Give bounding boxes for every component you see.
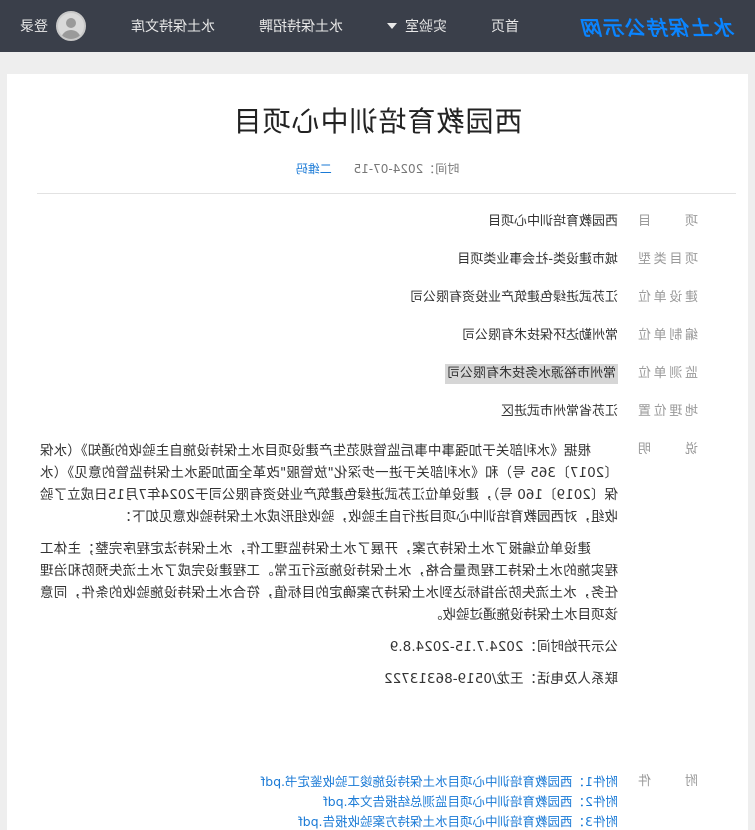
description-paragraph: 根据《水利部关于加强事中事后监管规范生产建设项目水土保持设施自主验收的通知》（水… <box>40 443 618 525</box>
attachments-section: 附 件 附件1：西园教育培训中心项目水土保持设施竣工验收鉴定书.pdf 附件2：… <box>7 772 748 830</box>
attachment-link[interactable]: 附件2：西园教育培训中心项目监测总结报告文本.pdf <box>261 792 618 812</box>
attachment-link[interactable]: 附件1：西园教育培训中心项目水土保持设施竣工验收鉴定书.pdf <box>261 772 618 792</box>
description-paragraph: 建设单位编报了水土保持方案，开展了水土保持监理工作，水土保持法定程序完整；主体工… <box>40 541 618 623</box>
info-label: 监测单位 <box>638 366 698 381</box>
info-value: 常州勤达环保技术有限公司 <box>461 328 618 343</box>
publish-time: 2024-07-15 <box>353 162 424 176</box>
info-row-location: 地理位置 江苏省常州市武进区 <box>7 402 698 422</box>
description-section: 说 明 根据《水利部关于加强事中事后监管规范生产建设项目水土保持设施自主验收的通… <box>7 440 698 700</box>
attachment-list: 附件1：西园教育培训中心项目水土保持设施竣工验收鉴定书.pdf 附件2：西园教育… <box>261 772 618 830</box>
publicity-period: 公示开始时间：2024.7.15-2024.8.9 <box>389 639 618 655</box>
info-row-project: 项 目 西园教育培训中心项目 <box>7 212 698 232</box>
article-title: 西园教育培训中心项目 <box>232 105 523 138</box>
info-row-monitor: 监测单位 常州市裕源水务技术有限公司 <box>7 364 698 384</box>
site-logo[interactable]: 水土保持公示网 <box>581 12 735 41</box>
info-value-highlighted: 常州市裕源水务技术有限公司 <box>444 364 618 384</box>
attachment-link[interactable]: 附件3：西园教育培训中心项目水土保持方案验收报告.pdf <box>261 812 618 830</box>
info-value: 西园教育培训中心项目 <box>487 214 618 229</box>
info-value: 江苏武进绿色建筑产业投资有限公司 <box>409 290 618 305</box>
nav-home-label: 首页 <box>491 19 519 35</box>
nav-lab[interactable]: 实验室 <box>365 0 469 52</box>
nav-home[interactable]: 首页 <box>469 0 541 52</box>
user-avatar-icon <box>56 11 86 41</box>
info-value: 江苏省常州市武进区 <box>500 404 618 419</box>
info-row-compiler: 编制单位 常州勤达环保技术有限公司 <box>7 326 698 346</box>
time-label: 时间： <box>423 162 460 176</box>
main-nav: 首页 实验室 水土保持招聘 水土保持文库 <box>109 0 541 52</box>
info-label: 项目类型 <box>638 252 698 267</box>
project-info: 项 目 西园教育培训中心项目 项目类型 城市建设类-社会事业类项目 建设单位 江… <box>7 194 748 700</box>
contact-info: 联系人及电话：王龙/0519-86313722 <box>384 671 618 687</box>
info-row-type: 项目类型 城市建设类-社会事业类项目 <box>7 250 698 270</box>
nav-library[interactable]: 水土保持文库 <box>109 0 237 52</box>
nav-library-label: 水土保持文库 <box>131 19 215 35</box>
info-label: 项 目 <box>638 214 698 229</box>
chevron-down-icon <box>387 23 397 29</box>
attachments-label: 附 件 <box>638 774 698 789</box>
nav-recruitment-label: 水土保持招聘 <box>259 19 343 35</box>
info-label: 建设单位 <box>638 290 698 305</box>
login-label: 登录 <box>20 19 48 35</box>
article-meta: 时间：2024-07-15 二维码 <box>7 160 748 177</box>
info-row-builder: 建设单位 江苏武进绿色建筑产业投资有限公司 <box>7 288 698 308</box>
qr-code-link[interactable]: 二维码 <box>296 162 332 176</box>
info-label: 地理位置 <box>638 404 698 419</box>
top-navbar: 水土保持公示网 首页 实验室 水土保持招聘 水土保持文库 登录 <box>0 0 755 52</box>
description-body: 根据《水利部关于加强事中事后监管规范生产建设项目水土保持设施自主验收的通知》（水… <box>40 440 618 700</box>
info-value: 城市建设类-社会事业类项目 <box>457 252 618 267</box>
info-label: 编制单位 <box>638 328 698 343</box>
login-button[interactable]: 登录 <box>20 11 86 41</box>
article-card: 西园教育培训中心项目 时间：2024-07-15 二维码 项 目 西园教育培训中… <box>7 74 748 830</box>
description-label: 说 明 <box>638 442 698 457</box>
nav-lab-label: 实验室 <box>405 19 447 35</box>
nav-recruitment[interactable]: 水土保持招聘 <box>237 0 365 52</box>
